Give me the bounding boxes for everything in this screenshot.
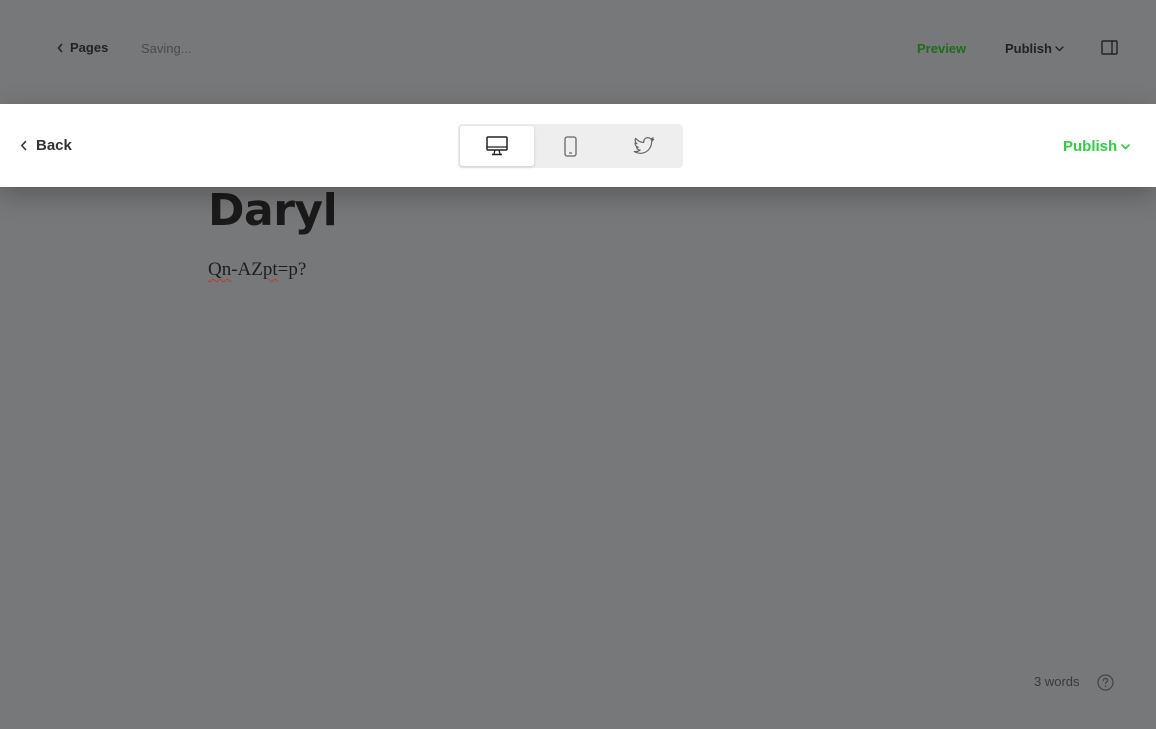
publish-menu-label: Publish — [1005, 41, 1052, 56]
publish-button[interactable]: Publish — [1063, 138, 1130, 155]
mobile-preview-button[interactable] — [534, 126, 608, 166]
preview-button[interactable]: Preview — [917, 41, 966, 56]
body-text: =p? — [277, 259, 307, 280]
publish-modal-header: Back Publish — [0, 104, 1156, 187]
publish-menu-button[interactable]: Publish — [1005, 41, 1064, 56]
sidebar-toggle-icon[interactable] — [1101, 40, 1118, 55]
back-label: Back — [36, 137, 72, 154]
help-icon[interactable] — [1097, 674, 1114, 691]
misspelled-word: Qn — [208, 259, 232, 280]
save-status: Saving... — [141, 41, 192, 56]
desktop-icon — [486, 136, 508, 156]
chevron-down-icon — [1121, 143, 1130, 149]
misspelled-word: pt — [262, 259, 278, 280]
word-count: 3 words — [1034, 674, 1080, 689]
pages-link-label: Pages — [70, 40, 109, 55]
publish-button-label: Publish — [1063, 138, 1118, 155]
desktop-preview-button[interactable] — [460, 126, 534, 166]
post-title[interactable]: Daryl — [208, 185, 338, 236]
device-preview-switcher — [458, 124, 683, 168]
body-text: -AZ — [231, 259, 263, 280]
chevron-down-icon — [1055, 45, 1064, 51]
back-button[interactable]: Back — [20, 137, 72, 154]
post-body[interactable]: Qn-AZpt=p? — [208, 259, 306, 281]
chevron-left-icon — [57, 43, 63, 52]
chevron-left-icon — [21, 140, 27, 151]
editor-page: Pages Saving... Preview Publish Daryl Qn… — [0, 0, 1156, 729]
twitter-icon — [633, 136, 655, 154]
pages-link[interactable]: Pages — [56, 40, 108, 55]
twitter-preview-button[interactable] — [607, 126, 681, 166]
mobile-icon — [564, 135, 577, 157]
editor-header: Pages Saving... Preview Publish — [0, 0, 1156, 96]
